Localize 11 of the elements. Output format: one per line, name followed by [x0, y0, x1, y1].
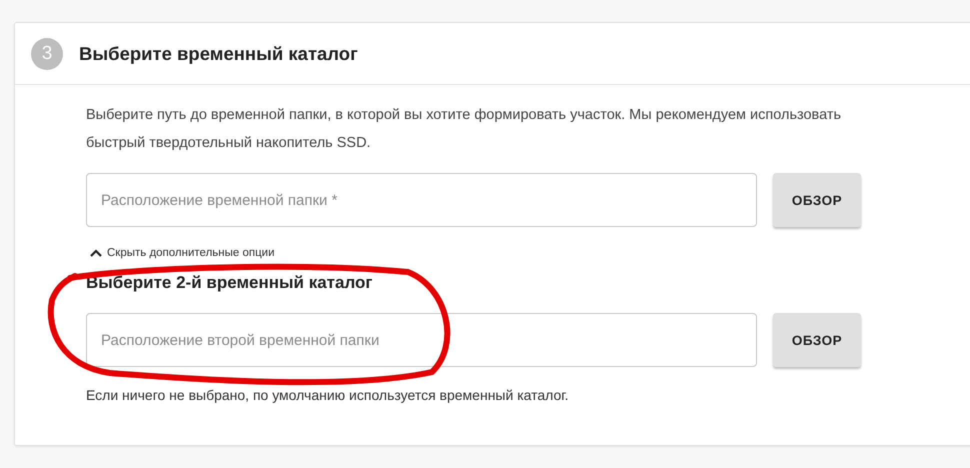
step-number: 3 — [31, 38, 63, 70]
subsection-title: Выберите 2-й временный каталог — [86, 273, 374, 293]
section-title: Выберите временный каталог — [79, 42, 358, 64]
caret-icon[interactable] — [90, 249, 102, 257]
hide-options-link[interactable]: Скрыть дополнительные опции — [107, 247, 275, 259]
browse-button[interactable]: ОБЗОР — [773, 313, 861, 367]
browse-button[interactable]: ОБЗОР — [773, 173, 861, 227]
folder-path-field[interactable]: Расположение второй временной папки — [86, 313, 757, 367]
hint-text: Если ничего не выбрано, по умолчанию используется временный каталог. — [86, 387, 570, 403]
description-text: Выберите путь до временной папки, в которой вы хотите формировать участок. Мы рекомендуем использовать быстрый твердотельный накопитель SSD. — [86, 106, 842, 153]
folder-path-field[interactable]: Расположение временной папки * — [86, 173, 757, 227]
